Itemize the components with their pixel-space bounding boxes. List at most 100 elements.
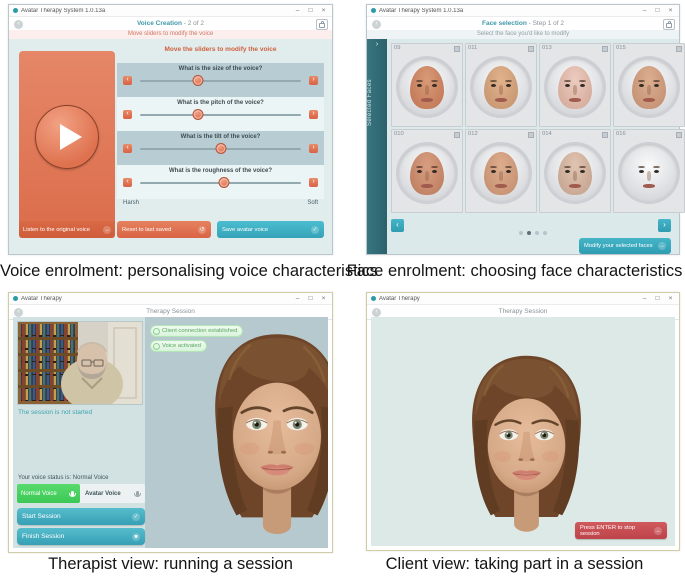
face-checkbox[interactable] <box>528 46 534 52</box>
listen-original-voice-button[interactable]: Listen to the original voice → <box>19 221 115 238</box>
expand-icon[interactable]: › <box>367 41 387 48</box>
face-image <box>398 144 456 202</box>
minimize-button[interactable]: – <box>638 294 651 304</box>
slider-track[interactable] <box>140 80 301 82</box>
caption-therapist-view: Therapist view: running a session <box>0 555 341 574</box>
slider-knob[interactable] <box>192 75 203 86</box>
back-button[interactable]: ‹ <box>14 20 23 29</box>
check-icon: ✓ <box>311 226 319 234</box>
back-button[interactable]: ‹ <box>372 308 381 317</box>
face-checkbox[interactable] <box>528 132 534 138</box>
face-checkbox[interactable] <box>676 132 682 138</box>
slider-row-size: What is the size of the voice? ‹ › Large… <box>117 63 324 97</box>
pagination-dot[interactable] <box>543 231 547 235</box>
slider-track[interactable] <box>140 114 301 116</box>
increase-button[interactable]: › <box>309 76 318 85</box>
face-checkbox[interactable] <box>602 132 608 138</box>
slider-knob[interactable] <box>215 143 226 154</box>
voice-activated-icon <box>153 343 160 350</box>
maximize-button[interactable]: □ <box>651 6 664 16</box>
face-tile[interactable]: 09 <box>391 43 463 127</box>
window-title: Avatar Therapy System 1.0.13a <box>379 8 638 14</box>
face-tile[interactable]: 014 <box>539 129 611 213</box>
save-avatar-voice-button[interactable]: Save avatar voice ✓ <box>217 221 324 238</box>
maximize-button[interactable]: □ <box>304 294 317 304</box>
titlebar: Avatar Therapy System 1.0.13a – □ × <box>367 5 679 16</box>
slider-knob[interactable] <box>192 109 203 120</box>
window-title: Avatar Therapy System 1.0.13a <box>21 8 291 14</box>
decrease-button[interactable]: ‹ <box>123 144 132 153</box>
minimize-button[interactable]: – <box>638 6 651 16</box>
maximize-button[interactable]: □ <box>651 294 664 304</box>
voice-status-label: Your voice status is: Normal Voice <box>18 475 109 481</box>
caption-voice-enrolment: Voice enrolment: personalising voice cha… <box>0 262 341 281</box>
face-tile[interactable]: 011 <box>465 43 537 127</box>
finish-session-button[interactable]: Finish Session ■ <box>17 528 145 545</box>
face-checkbox[interactable] <box>454 132 460 138</box>
caption-face-enrolment: Face enrolment: choosing face characteri… <box>344 262 685 281</box>
slider-row-roughness: What is the roughness of the voice? ‹ › … <box>117 165 324 199</box>
face-image <box>620 144 678 202</box>
face-tile[interactable]: 010 <box>391 129 463 213</box>
avatar-face <box>189 329 328 548</box>
play-icon <box>60 124 82 150</box>
arrow-right-icon: → <box>103 226 111 234</box>
decrease-button[interactable]: ‹ <box>123 178 132 187</box>
selected-faces-sidebar[interactable]: › Selected Faces <box>367 39 387 254</box>
close-button[interactable]: × <box>664 6 677 16</box>
increase-button[interactable]: › <box>309 178 318 187</box>
client-connection-icon <box>153 328 160 335</box>
session-status-text: The session is not started <box>18 409 92 416</box>
face-tile[interactable]: 012 <box>465 129 537 213</box>
face-tile[interactable]: 013 <box>539 43 611 127</box>
increase-button[interactable]: › <box>309 110 318 119</box>
start-session-button[interactable]: Start Session ✓ <box>17 508 145 525</box>
slider-row-pitch: What is the pitch of the voice? ‹ › Bass… <box>117 97 324 131</box>
increase-button[interactable]: › <box>309 144 318 153</box>
face-checkbox[interactable] <box>602 46 608 52</box>
reset-button[interactable]: Reset to last saved ↺ <box>117 221 211 238</box>
modify-selected-faces-button[interactable]: Modify your selected faces → <box>579 238 671 254</box>
avatar-voice-button[interactable]: Avatar Voice <box>81 484 145 503</box>
maximize-button[interactable]: □ <box>304 6 317 16</box>
minimize-button[interactable]: – <box>291 6 304 16</box>
normal-voice-button[interactable]: Normal Voice <box>17 484 80 503</box>
back-button[interactable]: ‹ <box>372 20 381 29</box>
close-button[interactable]: × <box>664 294 677 304</box>
lock-button[interactable] <box>316 19 328 30</box>
close-button[interactable]: × <box>317 294 330 304</box>
pagination-dot-active[interactable] <box>527 231 531 235</box>
therapist-webcam-video <box>17 321 143 405</box>
client-session-window: Avatar Therapy – □ × ‹ Therapy Session P… <box>366 292 680 551</box>
therapist-content: Client connection established Voice acti… <box>13 317 328 548</box>
slider-track[interactable] <box>140 148 301 150</box>
arrow-right-icon: → <box>654 527 662 535</box>
page-title: Face selection - Step 1 of 2 <box>387 17 659 31</box>
face-image <box>472 144 530 202</box>
face-tile[interactable]: 015 <box>613 43 685 127</box>
slider-track[interactable] <box>140 182 301 184</box>
decrease-button[interactable]: ‹ <box>123 110 132 119</box>
reset-icon: ↺ <box>198 226 206 234</box>
lock-button[interactable] <box>663 19 675 30</box>
face-checkbox[interactable] <box>454 46 460 52</box>
next-page-button[interactable]: › <box>658 219 671 232</box>
avatar-view: Client connection established Voice acti… <box>145 317 328 548</box>
pagination-dot[interactable] <box>535 231 539 235</box>
face-image <box>546 58 604 116</box>
figure: Avatar Therapy System 1.0.13a – □ × ‹ Vo… <box>0 0 685 577</box>
arrow-right-icon: → <box>658 242 666 250</box>
face-checkbox[interactable] <box>676 46 682 52</box>
lock-icon <box>319 23 325 28</box>
play-button[interactable] <box>35 105 99 169</box>
decrease-button[interactable]: ‹ <box>123 76 132 85</box>
slider-knob[interactable] <box>218 177 229 188</box>
window-title: Avatar Therapy <box>21 296 291 302</box>
pagination-dot[interactable] <box>519 231 523 235</box>
close-button[interactable]: × <box>317 6 330 16</box>
minimize-button[interactable]: – <box>291 294 304 304</box>
face-tile[interactable]: 016 <box>613 129 685 213</box>
slider-panel-heading: Move the sliders to modify the voice <box>117 46 324 53</box>
stop-session-button[interactable]: Press ENTER to stop session → <box>575 522 667 539</box>
back-button[interactable]: ‹ <box>14 308 23 317</box>
